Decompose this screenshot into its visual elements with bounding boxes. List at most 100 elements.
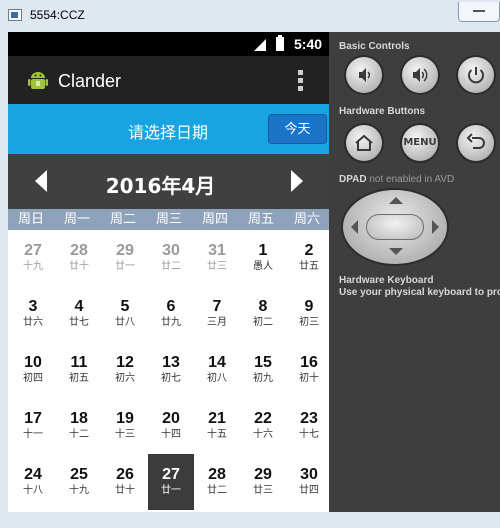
lunar-date: 十四 [161,429,181,440]
calendar-day[interactable]: 24 十八 [10,454,56,510]
day-number: 27 [162,466,180,483]
day-number: 2 [304,242,314,259]
minimize-button[interactable] [458,2,500,22]
calendar-day[interactable]: 14 初八 [194,342,240,398]
day-number: 10 [24,354,42,371]
lunar-date: 廿六 [23,317,43,328]
window-frame-left [0,32,8,528]
calendar-day[interactable]: 5 廿八 [102,286,148,342]
day-number: 24 [24,466,42,483]
calendar-day[interactable]: 9 初三 [286,286,332,342]
calendar-day[interactable]: 2 廿五 [286,230,332,286]
weekday-label: 周日 [17,212,44,227]
lunar-date: 初四 [23,373,43,384]
calendar-day[interactable]: 29 廿一 [102,230,148,286]
dpad-right-arrow-icon[interactable] [432,220,439,234]
emulator-controls-panel [329,32,500,512]
volume-up-button[interactable] [402,57,438,93]
lunar-date: 廿二 [161,261,181,272]
lunar-date: 廿十 [115,485,135,496]
power-button[interactable] [458,57,494,93]
day-number: 23 [300,410,318,427]
date-prompt-text: 请选择日期 [127,123,208,142]
dpad-center-button[interactable] [366,214,424,240]
calendar-day-selected[interactable]: 27 廿一 [148,454,194,510]
calendar-day[interactable]: 6 廿九 [148,286,194,342]
dpad-down-arrow-icon[interactable] [389,248,403,255]
app-title: Clander [58,71,122,91]
day-number: 16 [300,354,318,371]
calendar-day[interactable]: 30 廿四 [286,454,332,510]
calendar-day[interactable]: 28 廿十 [56,230,102,286]
home-button[interactable] [346,125,382,161]
calendar-day[interactable]: 12 初六 [102,342,148,398]
calendar-day[interactable]: 26 廿十 [102,454,148,510]
status-time: 5:40 [294,36,323,52]
lunar-date: 廿十 [69,261,89,272]
signal-icon [254,39,266,51]
calendar-day[interactable]: 21 十五 [194,398,240,454]
lunar-date: 十九 [69,485,89,496]
next-month-arrow-icon[interactable] [291,170,303,192]
calendar-day[interactable]: 23 十七 [286,398,332,454]
day-number: 4 [74,298,84,315]
month-title: 2016年4月 [105,174,216,198]
calendar-day[interactable]: 20 十四 [148,398,194,454]
volume-down-button[interactable] [346,57,382,93]
back-button[interactable] [458,125,494,161]
lunar-date: 廿九 [161,317,181,328]
calendar-day[interactable]: 4 廿七 [56,286,102,342]
day-number: 28 [208,466,226,483]
lunar-date: 三月 [207,317,227,328]
lunar-date: 十七 [299,429,319,440]
window-title: 5554:CCZ [30,8,85,22]
calendar-day[interactable]: 8 初二 [240,286,286,342]
lunar-date: 廿三 [253,485,273,496]
lunar-date: 愚人 [253,261,273,272]
calendar-day[interactable]: 25 十九 [56,454,102,510]
volume-down-icon [359,68,371,82]
calendar-day[interactable]: 7 三月 [194,286,240,342]
calendar-day[interactable]: 28 廿二 [194,454,240,510]
calendar-day[interactable]: 3 廿六 [10,286,56,342]
day-number: 8 [258,298,268,315]
calendar-day[interactable]: 15 初九 [240,342,286,398]
day-number: 5 [120,298,130,315]
calendar-day[interactable]: 18 十二 [56,398,102,454]
lunar-date: 廿一 [161,485,181,496]
calendar-day[interactable]: 10 初四 [10,342,56,398]
calendar-day[interactable]: 29 廿三 [240,454,286,510]
day-number: 21 [208,410,226,427]
weekday-label: 周六 [293,212,320,227]
calendar-day[interactable]: 16 初十 [286,342,332,398]
window-frame-bottom [0,512,500,528]
lunar-date: 初八 [207,373,227,384]
calendar-day[interactable]: 13 初七 [148,342,194,398]
weekday-label: 周二 [109,212,136,227]
lunar-date: 初九 [253,373,273,384]
calendar-day[interactable]: 17 十一 [10,398,56,454]
calendar-day[interactable]: 22 十六 [240,398,286,454]
calendar-day[interactable]: 11 初五 [56,342,102,398]
calendar-day[interactable]: 1 愚人 [240,230,286,286]
calendar-day[interactable]: 31 廿三 [194,230,240,286]
dpad-left-arrow-icon[interactable] [351,220,358,234]
prev-month-arrow-icon[interactable] [35,170,47,192]
today-button[interactable]: 今天 [268,114,327,144]
calendar-day[interactable]: 30 廿二 [148,230,194,286]
day-number: 12 [116,354,134,371]
weekday-label: 周四 [201,212,228,227]
calendar-day[interactable]: 19 十三 [102,398,148,454]
weekday-label: 周三 [155,212,182,227]
day-number: 1 [258,242,268,259]
calendar-day[interactable]: 27 十九 [10,230,56,286]
lunar-date: 廿三 [207,261,227,272]
dpad-up-arrow-icon[interactable] [389,197,403,204]
overflow-menu-icon[interactable] [298,70,304,92]
menu-button[interactable]: MENU [402,125,438,161]
dpad-title: DPAD [339,174,367,185]
day-number: 18 [70,410,88,427]
day-number: 7 [212,298,222,315]
android-icon [28,72,48,89]
lunar-date: 廿二 [207,485,227,496]
